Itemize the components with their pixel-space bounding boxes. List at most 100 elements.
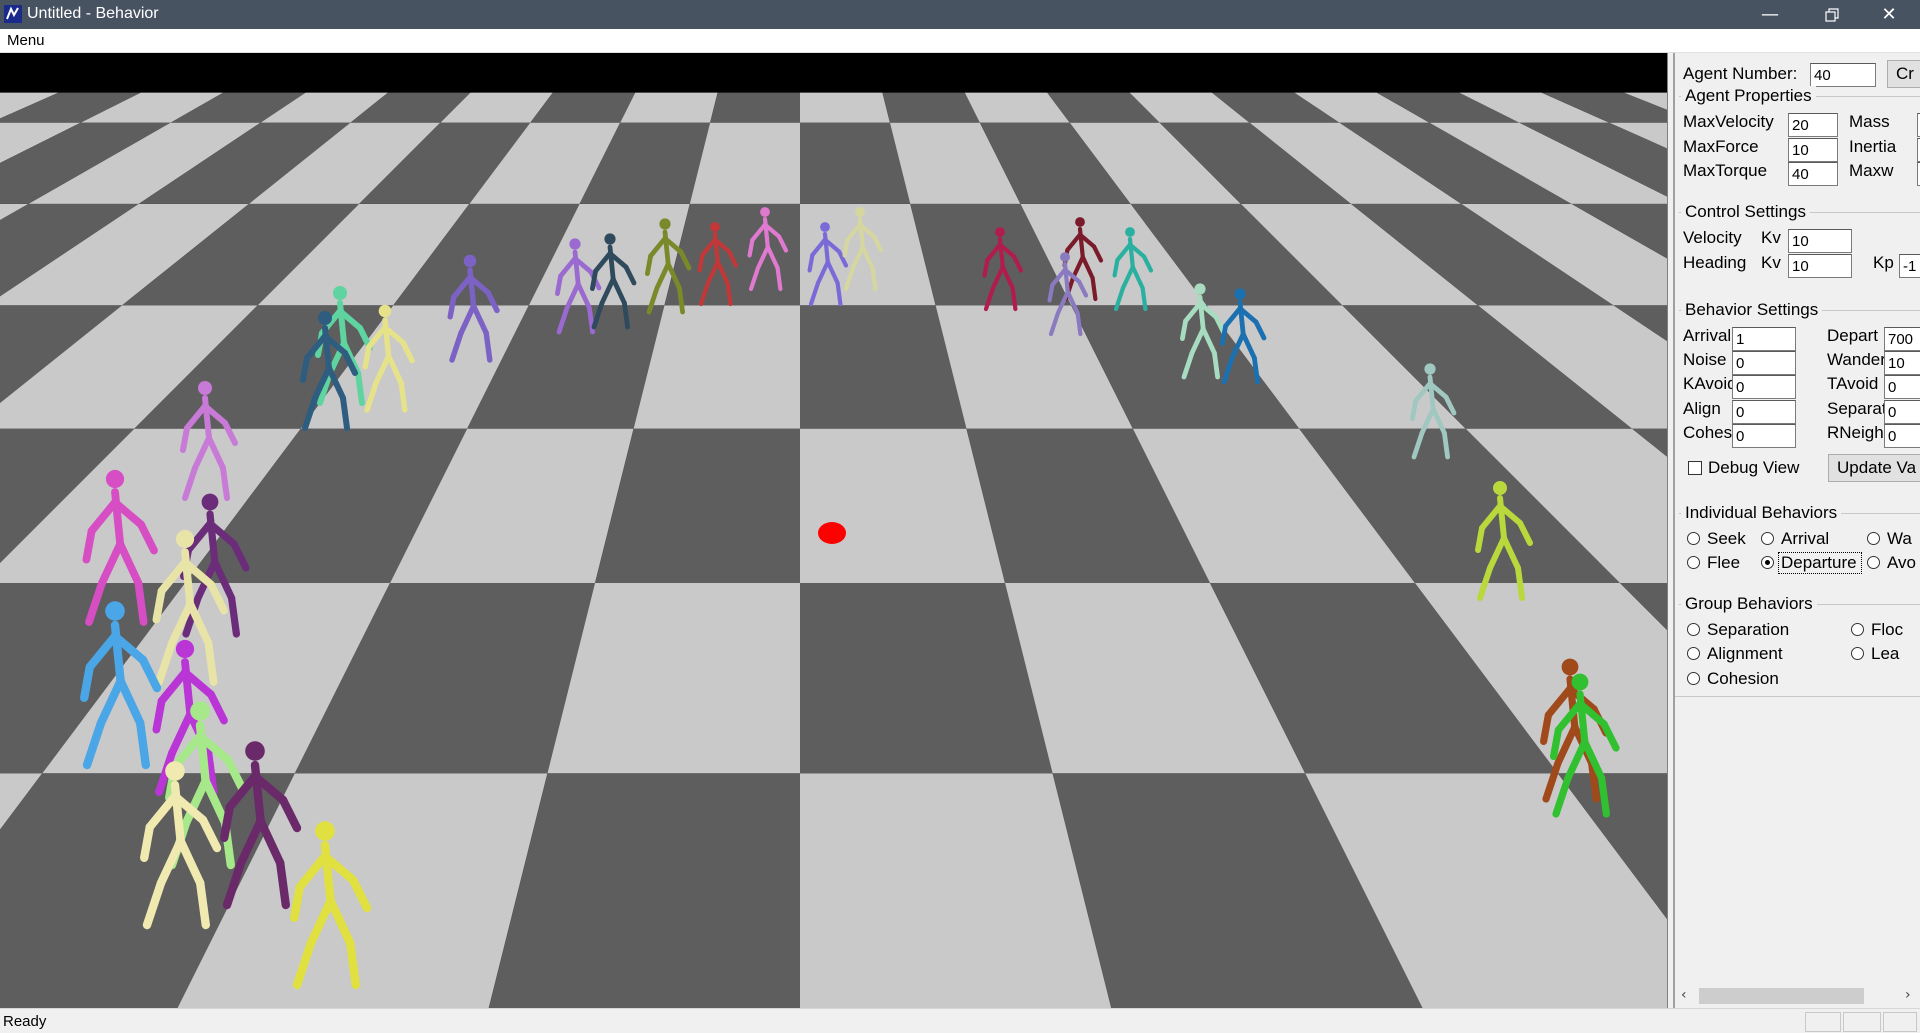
agent-head (315, 821, 335, 841)
alignment-label[interactable]: Alignment (1707, 644, 1783, 664)
wander-label[interactable]: Wa (1887, 529, 1912, 549)
agent-limb (1090, 275, 1098, 302)
depart-weight-label: Depart (1827, 326, 1879, 345)
simulation-viewport[interactable] (0, 53, 1668, 1008)
agent-limb (1212, 350, 1221, 380)
separation-weight-label: Separat (1827, 399, 1887, 418)
minimize-button[interactable]: — (1739, 0, 1801, 29)
seek-radio[interactable] (1687, 532, 1700, 545)
arrival-label[interactable]: Arrival (1781, 529, 1829, 549)
agent-head (201, 493, 219, 511)
agent-number-label: Agent Number: (1683, 64, 1798, 83)
separation-weight-field[interactable]: 0 (1884, 400, 1920, 424)
kavoid-weight-field[interactable]: 0 (1732, 375, 1796, 399)
agent-limb (447, 294, 457, 320)
kp-field[interactable]: -1 (1899, 254, 1920, 278)
max-velocity-field[interactable]: 20 (1788, 113, 1838, 137)
panel-horizontal-scrollbar[interactable]: ‹ › (1675, 986, 1920, 1006)
cohesion-label[interactable]: Cohesion (1707, 669, 1779, 689)
agent-limb (842, 237, 850, 258)
cohesion-radio[interactable] (1687, 672, 1700, 685)
agent-limb (982, 257, 990, 278)
departure-radio[interactable] (1761, 556, 1774, 569)
leader-radio[interactable] (1851, 647, 1864, 660)
seek-label[interactable]: Seek (1707, 529, 1746, 549)
tavoid-weight-field[interactable]: 0 (1884, 375, 1920, 399)
departure-label[interactable]: Departure (1781, 553, 1857, 573)
debug-view-checkbox[interactable] (1688, 461, 1702, 475)
max-force-field[interactable]: 10 (1788, 138, 1838, 162)
max-torque-field[interactable]: 40 (1788, 162, 1838, 186)
scroll-left-icon[interactable]: ‹ (1681, 987, 1687, 1003)
agent-head (333, 286, 347, 300)
minimize-icon: — (1761, 4, 1779, 25)
agent-limb (80, 662, 95, 703)
separation-radio[interactable] (1687, 623, 1700, 636)
floor-tile (620, 92, 718, 123)
tavoid-weight-label: TAvoid (1827, 374, 1879, 393)
agent-limb (220, 802, 235, 843)
agent-limb (747, 237, 755, 258)
create-button[interactable]: Cr (1887, 60, 1920, 88)
close-button[interactable]: ✕ (1858, 0, 1920, 29)
agent-head (569, 238, 581, 250)
agent-head (175, 639, 195, 659)
debug-view-label[interactable]: Debug View (1708, 458, 1799, 478)
arrival-weight-field[interactable]: 1 (1732, 327, 1796, 351)
scrollbar-thumb[interactable] (1699, 988, 1864, 1004)
depart-weight-field[interactable]: 700 (1884, 327, 1920, 351)
cohesion-weight-field[interactable]: 0 (1732, 424, 1796, 448)
avoid-radio[interactable] (1867, 556, 1880, 569)
agent-head (1424, 363, 1436, 375)
flocking-label[interactable]: Floc (1871, 620, 1903, 640)
close-icon: ✕ (1881, 4, 1897, 25)
agent-head (1194, 283, 1206, 295)
agent-limb (275, 858, 290, 910)
velocity-kv-label: Kv (1761, 228, 1781, 247)
floor-tile (800, 92, 890, 123)
avoid-label[interactable]: Avo (1887, 553, 1916, 573)
agent-limb (622, 300, 631, 330)
agent-limb (134, 579, 148, 626)
app-icon (4, 5, 22, 23)
arrival-weight-label: Arrival (1683, 326, 1732, 345)
velocity-kv-field[interactable]: 10 (1788, 229, 1852, 253)
alignment-radio[interactable] (1687, 647, 1700, 660)
heading-kv-field[interactable]: 10 (1788, 254, 1852, 278)
rneigh-field[interactable]: 0 (1884, 424, 1920, 448)
flee-label[interactable]: Flee (1707, 553, 1740, 573)
agent-limb (1010, 285, 1018, 312)
agent-limb (140, 822, 155, 863)
menu-item-menu[interactable]: Menu (7, 32, 45, 49)
agent-limb (1112, 257, 1120, 278)
agent-head (1234, 288, 1246, 300)
inertia-label: Inertia (1849, 137, 1897, 156)
wander-weight-field[interactable]: 10 (1884, 351, 1920, 375)
status-pane-2 (1843, 1012, 1881, 1032)
agent-limb (1409, 398, 1418, 421)
agent-limb (1179, 318, 1188, 341)
mass-label: Mass (1849, 112, 1890, 131)
flee-radio[interactable] (1687, 556, 1700, 569)
align-weight-field[interactable]: 0 (1732, 400, 1796, 424)
agent-limb (1140, 285, 1148, 312)
separation-label[interactable]: Separation (1707, 620, 1789, 640)
agent-head (175, 529, 195, 549)
update-values-button[interactable]: Update Va (1828, 454, 1920, 482)
agent-head (165, 761, 185, 781)
scroll-right-icon[interactable]: › (1905, 987, 1911, 1003)
wander-weight-label: Wander (1827, 350, 1886, 369)
agent-head (1075, 217, 1085, 227)
scene-canvas[interactable] (0, 53, 1668, 1008)
cohesion-weight-label: Cohes (1683, 423, 1733, 442)
wander-radio[interactable] (1867, 532, 1880, 545)
agent-limb (204, 639, 218, 686)
arrival-radio[interactable] (1761, 532, 1774, 545)
agent-limb (82, 527, 96, 564)
flocking-radio[interactable] (1851, 623, 1864, 636)
agent-number-field[interactable]: 40 (1810, 63, 1876, 87)
restore-button[interactable] (1801, 0, 1863, 29)
leader-label[interactable]: Lea (1871, 644, 1899, 664)
target-marker (818, 522, 846, 544)
noise-weight-field[interactable]: 0 (1732, 351, 1796, 375)
